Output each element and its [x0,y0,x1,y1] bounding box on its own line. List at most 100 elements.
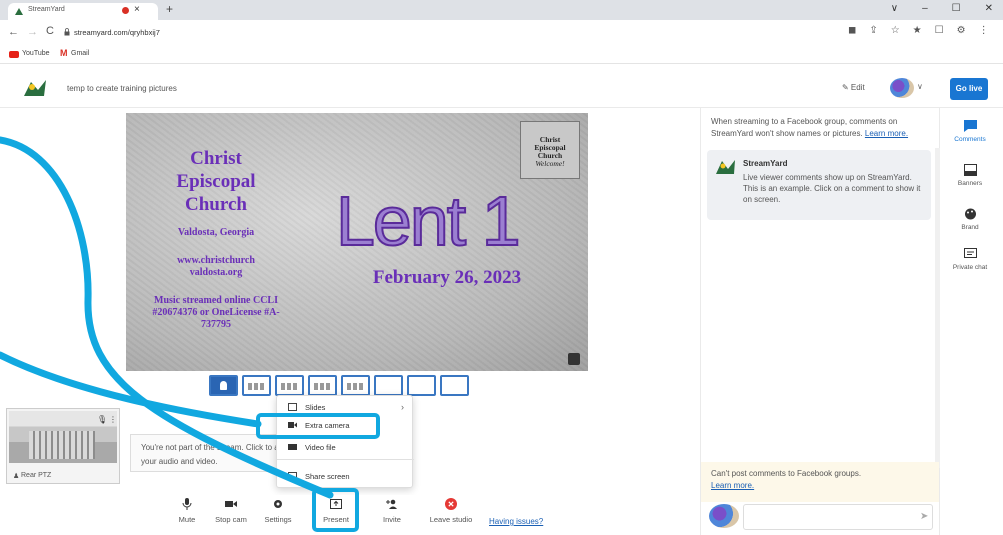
guest-tile[interactable]: 🎙 ⋮ ♟ Rear PTZ [6,408,120,484]
right-icon-rail: Comments Banners Brand Private chat [940,108,1003,535]
comment-icon [963,120,977,132]
church-interior-image [29,431,95,459]
window-controls: ∨ – ☐ ✕ [891,3,993,14]
menu-item-share-screen[interactable]: Share screen [277,467,414,487]
more-options-icon[interactable]: ⋮ [109,415,117,424]
comment-author: StreamYard [743,159,788,168]
layout-selector [209,375,504,397]
church-badge: Christ Episcopal Church Welcome! [520,121,580,179]
button-label: Mute [178,515,196,524]
menu-divider [277,459,414,460]
notice-text: You're not part of the stream. Click to … [141,443,288,466]
browser-tab-strip: StreamYard × + ∨ – ☐ ✕ [0,0,1003,20]
send-icon[interactable]: ➤ [920,511,928,522]
fullscreen-icon[interactable] [568,353,580,365]
youtube-icon [9,51,19,58]
extra-camera-highlight [256,413,380,439]
rail-item-comments[interactable]: Comments [940,120,1000,144]
maximize-icon[interactable]: ☐ [952,3,961,14]
share-icon[interactable]: ⇪ [869,25,877,36]
bookmark-youtube[interactable]: YouTube [22,50,50,57]
app-header: temp to create training pictures ✎ Edit … [0,64,1003,108]
extensions-icon[interactable]: ★ [913,25,922,36]
rail-label: Banners [957,180,983,187]
bookmark-gmail[interactable]: Gmail [71,50,89,57]
mic-icon [182,498,192,510]
menu-item-video-file[interactable]: Video file [277,438,414,458]
rail-label: Brand [961,224,979,231]
destination-avatar[interactable] [890,78,914,98]
layout-solo-button[interactable] [209,375,238,396]
learn-more-link[interactable]: Learn more. [711,481,754,490]
streamyard-logo-icon [716,160,735,174]
browser-tab[interactable]: StreamYard × [8,3,158,20]
rail-item-banners[interactable]: Banners [940,164,1000,188]
address-bar-row: ← → C streamyard.com/qryhbxij7 ◼ ⇪ ☆ ★ ☐… [0,20,1003,46]
invite-button[interactable]: Invite [372,498,412,524]
button-label: Stop cam [215,515,247,524]
reload-icon[interactable]: C [46,25,54,37]
studio-title: temp to create training pictures [67,84,177,93]
button-label: Settings [264,515,292,524]
new-tab-button[interactable]: + [166,2,173,16]
profile-icon[interactable]: ⚙ [957,25,966,36]
chat-icon [963,248,977,258]
person-icon [220,381,227,390]
tab-search-icon[interactable]: ∨ [891,3,898,14]
layout-leader-button[interactable] [308,375,337,396]
present-menu: Slides › Extra camera Video file Share s… [276,395,414,488]
layout-thin-button[interactable] [242,375,271,396]
chevron-down-icon[interactable]: ∨ [917,82,923,91]
rail-label: Comments [954,136,986,143]
edit-button[interactable]: ✎ Edit [842,83,865,92]
layout-group-button[interactable] [275,375,304,396]
guest-name: Rear PTZ [21,472,52,479]
mic-icon[interactable]: 🎙 [97,415,107,424]
comment-input[interactable]: ➤ [743,504,933,530]
button-label: Invite [383,515,401,524]
rail-item-brand[interactable]: Brand [940,208,1000,232]
having-issues-link[interactable]: Having issues? [489,517,543,526]
sample-comment[interactable]: StreamYard Live viewer comments show up … [707,150,931,220]
leave-studio-button[interactable]: Leave studio [427,498,475,524]
mute-button[interactable]: Mute [167,498,207,524]
rail-label: Private chat [952,264,988,271]
settings-button[interactable]: Settings [258,498,298,524]
church-website: www.christchurch valdosta.org [177,255,255,278]
cant-post-text: Can't post comments to Facebook groups. … [711,468,931,492]
streamyard-logo-icon [24,80,46,96]
share-screen-icon [288,472,297,480]
go-live-button[interactable]: Go live [950,78,988,100]
stage-preview[interactable]: Christ Episcopal Church Valdosta, Georgi… [126,113,588,371]
avatar[interactable] [709,504,739,528]
rail-item-private-chat[interactable]: Private chat [940,248,1000,272]
cast-icon[interactable]: ◼ [848,25,856,36]
comment-text: Live viewer comments show up on StreamYa… [743,173,921,204]
forward-icon[interactable]: → [27,26,38,38]
browser-menu-icon[interactable]: ⋮ [979,25,989,36]
streamyard-favicon-icon [15,8,23,15]
back-icon[interactable]: ← [8,26,19,38]
not-in-stream-notice[interactable]: You're not part of the stream. Click to … [130,434,290,472]
minimize-icon[interactable]: – [922,3,928,14]
bookmark-star-icon[interactable]: ☆ [891,25,900,36]
add-person-icon [386,499,397,509]
layout-pip-button[interactable] [374,375,403,396]
layout-icon [281,383,298,390]
present-highlight [312,488,359,532]
sidepanel-icon[interactable]: ☐ [935,25,944,36]
cant-post-notice: Can't post comments to Facebook groups. … [701,462,939,502]
layout-screen-button[interactable] [341,375,370,396]
button-label: Leave studio [429,515,473,524]
close-window-icon[interactable]: ✕ [985,3,993,14]
close-circle-icon [445,498,457,510]
comments-panel: When streaming to a Facebook group, comm… [700,108,940,535]
tab-title: StreamYard [28,6,65,13]
stop-cam-button[interactable]: Stop cam [211,498,251,524]
omnibox[interactable]: streamyard.com/qryhbxij7 [60,24,880,42]
layout-cinema-button[interactable] [407,375,436,396]
layout-blank-button[interactable] [440,375,469,396]
learn-more-link[interactable]: Learn more. [865,129,908,138]
tab-close-icon[interactable]: × [134,4,140,15]
slides-icon [288,403,297,411]
